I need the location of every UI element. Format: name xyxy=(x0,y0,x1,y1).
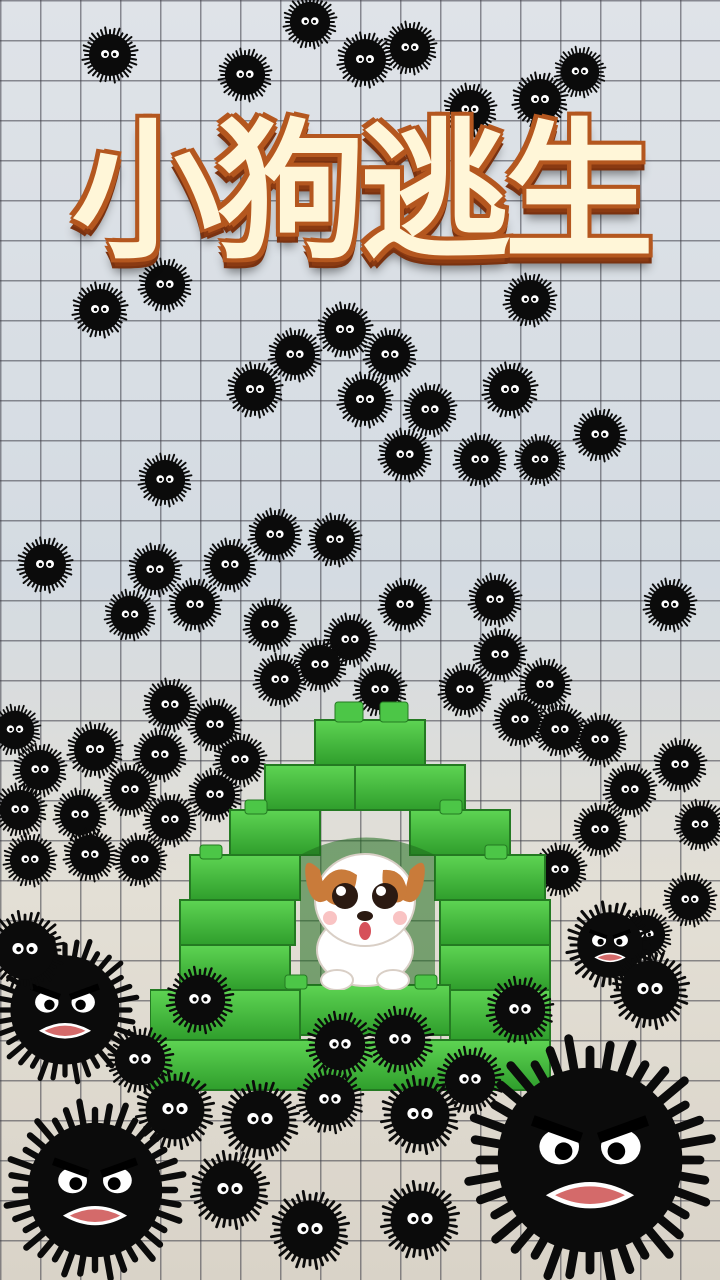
puppy-icon[interactable] xyxy=(295,830,435,990)
soot-sprite-icon xyxy=(217,47,273,103)
soot-sprite-icon xyxy=(377,427,433,483)
soot-sprite-icon xyxy=(362,327,418,383)
soot-sprite-icon xyxy=(16,536,74,594)
soot-sprite-icon xyxy=(485,975,555,1045)
soot-sprite-icon xyxy=(219,1079,301,1161)
soot-sprite-icon xyxy=(481,361,539,419)
soot-sprite-icon xyxy=(502,272,558,328)
soot-sprite-icon xyxy=(382,20,438,76)
game-title: 小狗逃生 xyxy=(71,106,654,280)
soot-sprite-icon xyxy=(0,782,48,838)
angry-soot-sprite-icon xyxy=(3,1098,187,1280)
soot-sprite-icon xyxy=(226,361,284,419)
soot-sprite-icon xyxy=(316,301,374,359)
soot-sprite-icon xyxy=(379,1074,461,1156)
soot-sprite-icon xyxy=(269,1189,351,1271)
soot-sprite-icon xyxy=(137,452,193,508)
soot-sprite-icon xyxy=(103,588,157,642)
soot-sprite-icon xyxy=(553,45,607,99)
soot-sprite-icon xyxy=(71,281,129,339)
soot-sprite-icon xyxy=(0,909,66,991)
soot-sprite-icon xyxy=(242,597,298,653)
soot-sprite-icon xyxy=(652,737,708,793)
soot-sprite-icon xyxy=(452,432,508,488)
soot-sprite-icon xyxy=(307,512,363,568)
angry-soot-sprite-icon xyxy=(464,1034,716,1280)
soot-sprite-icon xyxy=(295,1065,365,1135)
soot-sprite-icon xyxy=(572,407,628,463)
soot-sprite-icon xyxy=(513,433,567,487)
soot-sprite-icon xyxy=(402,382,458,438)
soot-sprite-icon xyxy=(2,832,58,888)
game-scene[interactable]: 小狗逃生 xyxy=(0,0,720,1280)
soot-sprite-icon xyxy=(673,798,720,852)
soot-sprite-icon xyxy=(377,577,433,633)
soot-sprite-icon xyxy=(336,31,394,89)
soot-sprite-icon xyxy=(336,371,394,429)
soot-sprite-icon xyxy=(609,949,691,1031)
soot-sprite-icon xyxy=(467,572,523,628)
soot-sprite-icon xyxy=(105,1025,175,1095)
soot-sprite-icon xyxy=(662,872,718,928)
soot-sprite-icon xyxy=(247,507,303,563)
soot-sprite-icon xyxy=(365,1005,435,1075)
soot-sprite-icon xyxy=(167,577,223,633)
soot-sprite-icon xyxy=(62,827,118,883)
soot-sprite-icon xyxy=(165,965,235,1035)
soot-sprite-icon xyxy=(189,1149,271,1231)
soot-sprite-icon xyxy=(282,0,338,50)
soot-sprite-icon xyxy=(81,26,139,84)
soot-sprite-icon xyxy=(642,577,698,633)
soot-sprite-icon xyxy=(379,1179,461,1261)
soot-sprite-icon xyxy=(305,1010,375,1080)
